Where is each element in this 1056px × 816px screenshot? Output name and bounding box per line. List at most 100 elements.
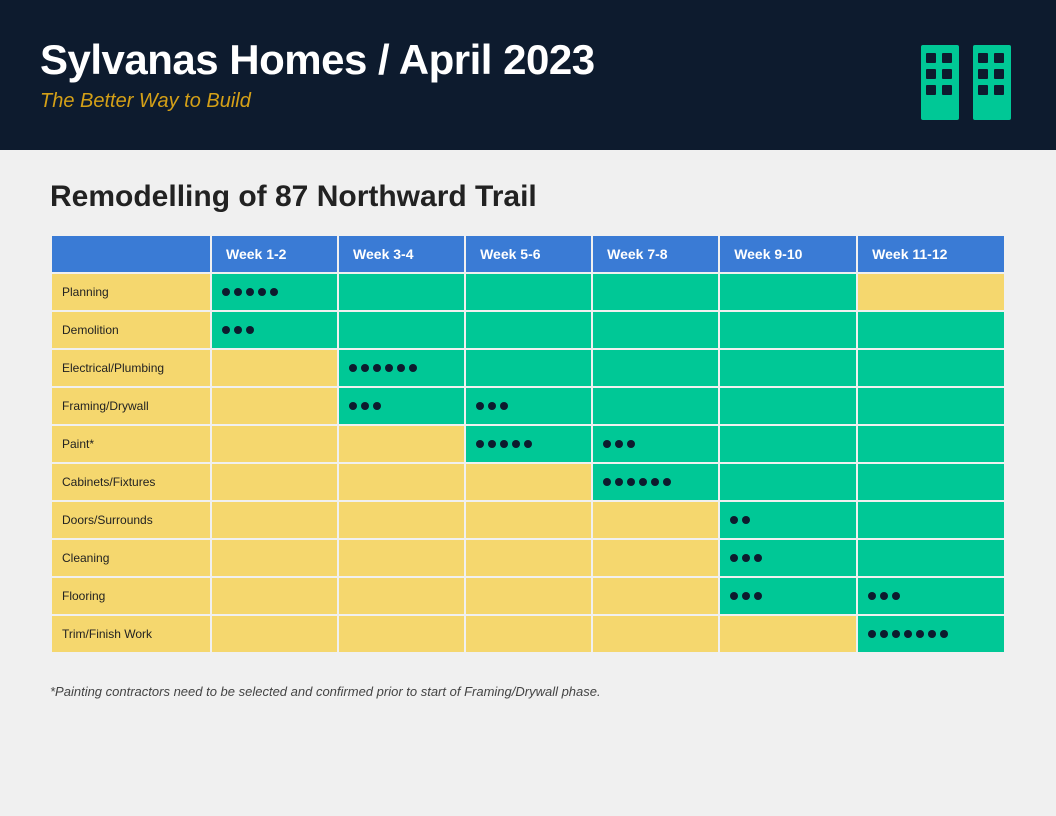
dot [627, 478, 635, 486]
cell-frame-w4 [592, 387, 719, 425]
cell-paint-w2 [338, 425, 465, 463]
dot [730, 516, 738, 524]
dot [258, 288, 266, 296]
table-row: Doors/Surrounds [51, 501, 1005, 539]
cell-clean-w1 [211, 539, 338, 577]
dot [234, 326, 242, 334]
col-header-week7-8: Week 7-8 [592, 235, 719, 273]
task-cabinets: Cabinets/Fixtures [51, 463, 211, 501]
cell-demo-w4 [592, 311, 719, 349]
cell-floor-w3 [465, 577, 592, 615]
cell-paint-w5 [719, 425, 857, 463]
dot [246, 288, 254, 296]
cell-floor-w2 [338, 577, 465, 615]
cell-planning-w6 [857, 273, 1005, 311]
cell-demo-w6 [857, 311, 1005, 349]
dot [880, 592, 888, 600]
cell-cab-w6 [857, 463, 1005, 501]
dot [928, 630, 936, 638]
dot-group [603, 478, 708, 486]
dot [603, 440, 611, 448]
dot [222, 288, 230, 296]
cell-elec-w4 [592, 349, 719, 387]
cell-paint-w3 [465, 425, 592, 463]
task-paint: Paint* [51, 425, 211, 463]
header-text: Sylvanas Homes / April 2023 The Better W… [40, 37, 595, 112]
cell-doors-w1 [211, 501, 338, 539]
dot-group [476, 402, 581, 410]
cell-elec-w6 [857, 349, 1005, 387]
cell-paint-w4 [592, 425, 719, 463]
dot [742, 554, 750, 562]
cell-cab-w3 [465, 463, 592, 501]
cell-demo-w3 [465, 311, 592, 349]
dot [222, 326, 230, 334]
task-framing: Framing/Drywall [51, 387, 211, 425]
table-header-row: Week 1-2 Week 3-4 Week 5-6 Week 7-8 Week… [51, 235, 1005, 273]
cell-clean-w2 [338, 539, 465, 577]
cell-frame-w1 [211, 387, 338, 425]
col-header-task [51, 235, 211, 273]
cell-trim-w5 [719, 615, 857, 653]
cell-demo-w2 [338, 311, 465, 349]
project-title: Remodelling of 87 Northward Trail [50, 180, 1006, 214]
cell-floor-w1 [211, 577, 338, 615]
table-row: Cleaning [51, 539, 1005, 577]
header: Sylvanas Homes / April 2023 The Better W… [0, 0, 1056, 150]
dot [373, 402, 381, 410]
dot [940, 630, 948, 638]
task-cleaning: Cleaning [51, 539, 211, 577]
table-row: Electrical/Plumbing [51, 349, 1005, 387]
dot-group [730, 554, 846, 562]
dot [488, 402, 496, 410]
dot [627, 440, 635, 448]
dot [754, 554, 762, 562]
dot [615, 478, 623, 486]
cell-planning-w1 [211, 273, 338, 311]
dot-group [730, 516, 846, 524]
dot [603, 478, 611, 486]
cell-cab-w1 [211, 463, 338, 501]
dot [500, 402, 508, 410]
dot [651, 478, 659, 486]
table-row: Planning [51, 273, 1005, 311]
cell-trim-w1 [211, 615, 338, 653]
dot [270, 288, 278, 296]
cell-planning-w2 [338, 273, 465, 311]
cell-elec-w2 [338, 349, 465, 387]
col-header-week1-2: Week 1-2 [211, 235, 338, 273]
table-row: Cabinets/Fixtures [51, 463, 1005, 501]
dot [730, 554, 738, 562]
dot [488, 440, 496, 448]
cell-elec-w1 [211, 349, 338, 387]
cell-floor-w4 [592, 577, 719, 615]
building-logo-icon [916, 25, 1016, 125]
cell-floor-w5 [719, 577, 857, 615]
gantt-chart: Week 1-2 Week 3-4 Week 5-6 Week 7-8 Week… [50, 234, 1006, 654]
footnote: *Painting contractors need to be selecte… [50, 684, 1006, 699]
dot [868, 630, 876, 638]
dot [904, 630, 912, 638]
cell-clean-w4 [592, 539, 719, 577]
task-electrical: Electrical/Plumbing [51, 349, 211, 387]
dot [754, 592, 762, 600]
dot [234, 288, 242, 296]
cell-planning-w4 [592, 273, 719, 311]
dot [500, 440, 508, 448]
table-row: Flooring [51, 577, 1005, 615]
col-header-week5-6: Week 5-6 [465, 235, 592, 273]
col-header-week9-10: Week 9-10 [719, 235, 857, 273]
cell-cab-w2 [338, 463, 465, 501]
dot [373, 364, 381, 372]
table-row: Paint* [51, 425, 1005, 463]
dot [892, 592, 900, 600]
dot [639, 478, 647, 486]
table-row: Demolition [51, 311, 1005, 349]
task-planning: Planning [51, 273, 211, 311]
cell-cab-w4 [592, 463, 719, 501]
cell-paint-w1 [211, 425, 338, 463]
cell-doors-w4 [592, 501, 719, 539]
table-row: Trim/Finish Work [51, 615, 1005, 653]
dot [663, 478, 671, 486]
dot [476, 402, 484, 410]
